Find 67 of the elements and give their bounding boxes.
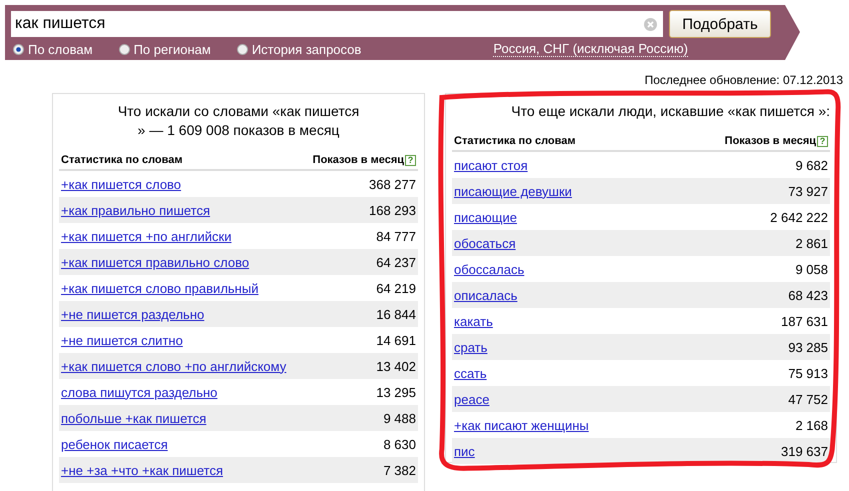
column-header: Показов в месяц [724,135,816,147]
keyword-link[interactable]: +как писают женщины [454,418,589,432]
impressions-count: 8 630 [383,436,416,452]
impressions-count: 47 752 [788,392,828,406]
keyword-link[interactable]: реасе [454,392,490,406]
impressions-count: 68 423 [788,288,828,302]
impressions-count: 13 402 [376,358,416,374]
impressions-count: 168 293 [369,202,416,218]
keyword-link[interactable]: срать [454,340,488,354]
keyword-link[interactable]: писающие девушки [454,184,572,198]
keyword-link[interactable]: писающие [454,210,517,224]
impressions-count: 368 277 [369,176,416,192]
impressions-count: 75 913 [788,366,828,380]
column-header: Показов в месяц [312,154,404,166]
keyword-link[interactable]: слова пишутся раздельно [61,384,218,400]
keyword-link[interactable]: писают стоя [454,158,528,172]
keyword-link[interactable]: какать [454,314,493,328]
panel-title: Что еще искали люди, искавшие «как пишется »: [510,102,830,121]
keyword-link[interactable]: обосаться [454,236,516,250]
keyword-link[interactable]: +как пишется слово +по английскому [61,358,286,374]
mode-radio[interactable]: По словам [13,42,93,56]
impressions-count: 2 642 222 [770,210,828,224]
radio-icon[interactable] [118,44,130,54]
keyword-link[interactable]: +как правильно пишется [61,202,210,218]
impressions-count: 16 844 [376,306,416,322]
region-link[interactable]: Россия, СНГ (исключая Россию) [493,41,688,57]
impressions-count: 2 168 [795,418,828,432]
keyword-link[interactable]: пис [454,444,475,458]
keyword-link[interactable]: побольше +как пишется [61,410,206,426]
help-icon[interactable]: ? [405,155,416,166]
search-field[interactable]: как пишется [11,11,663,37]
impressions-count: 319 637 [781,444,828,458]
keyword-link[interactable]: обоссалась [454,262,524,276]
impressions-count: 2 861 [795,236,828,250]
impressions-count: 14 691 [376,332,416,348]
keyword-link[interactable]: ссать [454,366,487,380]
keyword-link[interactable]: ребенок писается [61,436,168,452]
mode-label[interactable]: По регионам [134,42,211,56]
impressions-count: 73 927 [788,184,828,198]
impressions-count: 84 777 [376,228,416,244]
impressions-count: 9 682 [795,158,828,172]
keyword-link[interactable]: +не пишется слитно [61,332,183,348]
impressions-count: 187 631 [781,314,828,328]
impressions-count: 64 237 [376,254,416,270]
keyword-link[interactable]: +не +за +что +как пишется [61,462,223,478]
mode-radio[interactable]: По регионам [118,42,211,56]
radio-icon[interactable] [236,44,248,54]
impressions-count: 93 285 [788,340,828,354]
impressions-count: 7 382 [383,462,416,478]
keyword-link[interactable]: описалась [454,288,518,302]
impressions-count: 9 488 [383,410,416,426]
column-header: Статистика по словам [454,135,576,147]
keyword-link[interactable]: +как пишется слово [61,176,182,192]
column-header: Статистика по словам [61,154,183,166]
submit-button[interactable]: Подобрать [669,10,771,38]
keyword-link[interactable]: +не пишется раздельно [61,306,204,322]
impressions-count: 64 219 [376,280,416,296]
help-icon[interactable]: ? [817,136,828,147]
keyword-link[interactable]: +как пишется правильно слово [61,254,250,270]
last-update-text: Последнее обновление: 07.12.2013 [644,73,844,87]
mode-label[interactable]: По словам [28,42,93,56]
keyword-link[interactable]: +как пишется слово правильный [61,280,258,296]
impressions-count: 13 295 [376,384,416,400]
radio-icon[interactable] [13,44,24,54]
keyword-link[interactable]: +как пишется +по английски [61,228,232,244]
panel-title: Что искали со словами «как пишется » — 1 609 008 показов в месяц [116,102,360,140]
impressions-count: 9 058 [795,262,828,276]
